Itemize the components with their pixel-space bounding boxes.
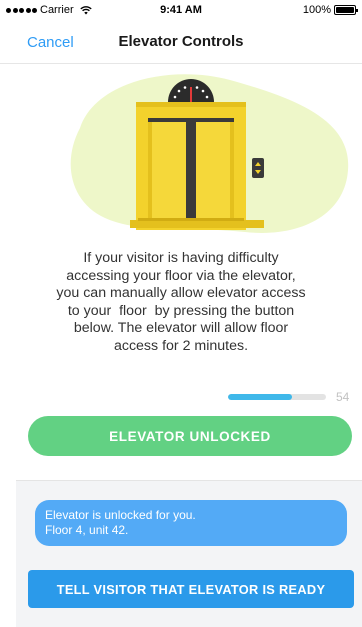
bubble-line: Floor 4, unit 42.: [45, 523, 129, 537]
instruction-message: If your visitor is having difficulty acc…: [30, 250, 332, 356]
status-right: 100%: [302, 4, 358, 16]
navigation-bar: Cancel Elevator Controls: [0, 20, 362, 64]
battery-percent: 100%: [302, 4, 331, 16]
message-line: you can manually allow elevator access: [56, 285, 306, 302]
tell-visitor-button[interactable]: TELL VISITOR THAT ELEVATOR IS READY: [28, 570, 354, 608]
bubble-line: Elevator is unlocked for you.: [45, 508, 196, 522]
compose-panel: Elevator is unlocked for you. Floor 4, u…: [16, 480, 362, 627]
elevator-illustration: [70, 74, 349, 233]
call-button-panel: [252, 158, 264, 178]
unlock-timer: 54: [228, 390, 354, 404]
elevator-unlocked-button[interactable]: ELEVATOR UNLOCKED: [28, 416, 352, 456]
timer-progress-bar: [228, 394, 326, 400]
battery-icon: [334, 5, 358, 15]
message-bubble: Elevator is unlocked for you. Floor 4, u…: [35, 500, 347, 546]
timer-seconds: 54: [336, 390, 350, 404]
message-line: accessing your floor via the elevator,: [66, 267, 296, 284]
timer-progress-fill: [228, 394, 292, 400]
elevator-body: [130, 102, 264, 230]
message-line: to your floor by pressing the button: [67, 302, 295, 319]
status-bar: Carrier 9:41 AM 100%: [0, 0, 362, 20]
message-line: access for 2 minutes.: [113, 337, 249, 354]
message-line: If your visitor is having difficulty: [83, 250, 279, 266]
message-line: below. The elevator will allow floor: [73, 320, 289, 337]
page-title: Elevator Controls: [118, 33, 244, 50]
